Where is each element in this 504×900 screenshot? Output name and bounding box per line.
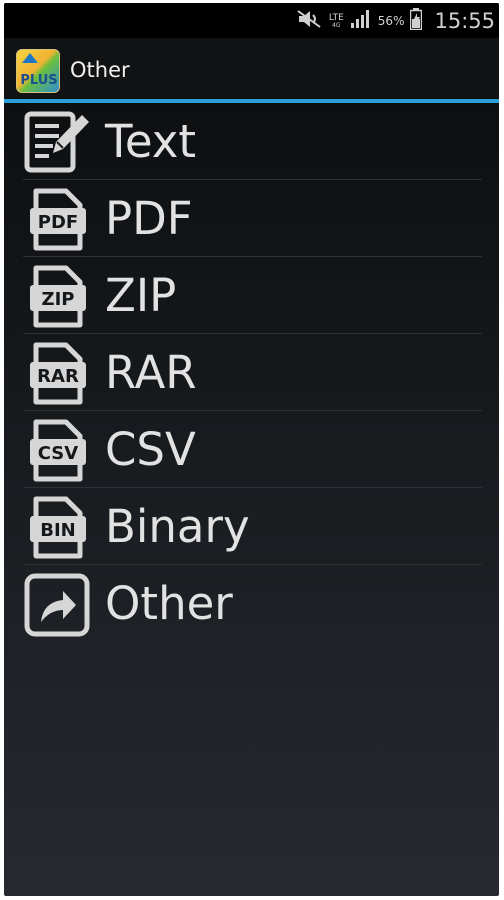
icon-badge: ZIP [42, 289, 75, 310]
lte-icon: LTE 4G [328, 12, 344, 29]
list-item-label: PDF [105, 192, 193, 245]
icon-badge: PDF [38, 212, 78, 233]
status-bar: LTE 4G 56% 15:55 [4, 3, 499, 38]
bin-file-icon: BIN [24, 496, 90, 560]
action-bar: PLUS Other [4, 38, 499, 102]
zip-file-icon: ZIP [24, 265, 90, 329]
list-item-text[interactable]: Text [4, 103, 499, 180]
text-edit-icon [24, 111, 90, 175]
icon-badge: RAR [37, 366, 79, 387]
csv-file-icon: CSV [24, 419, 90, 483]
icon-badge: BIN [40, 520, 75, 541]
app-logo[interactable]: PLUS [16, 49, 60, 93]
page-title: Other [70, 58, 130, 82]
icon-badge: CSV [38, 443, 79, 464]
list-item-label: CSV [105, 423, 196, 476]
shortcut-arrow-icon [24, 573, 90, 637]
list-item-rar[interactable]: RAR RAR [4, 334, 499, 411]
battery-percent: 56% [377, 14, 405, 28]
list-item-other[interactable]: Other [4, 565, 499, 642]
signal-icon [350, 9, 372, 33]
list-item-label: ZIP [105, 269, 177, 322]
battery-icon [410, 8, 423, 34]
list-item-binary[interactable]: BIN Binary [4, 488, 499, 565]
logo-arrow-icon [22, 53, 38, 63]
clock: 15:55 [434, 9, 495, 33]
network-sub-label: 4G [332, 21, 341, 29]
pdf-file-icon: PDF [24, 188, 90, 252]
list-item-label: Text [105, 115, 197, 168]
list-item-zip[interactable]: ZIP ZIP [4, 257, 499, 334]
list-item-label: RAR [105, 346, 197, 399]
rar-file-icon: RAR [24, 342, 90, 406]
mute-icon [297, 9, 323, 33]
list-item-label: Other [105, 577, 233, 630]
list-item-label: Binary [105, 500, 250, 553]
logo-text: PLUS [20, 73, 58, 88]
list-item-pdf[interactable]: PDF PDF [4, 180, 499, 257]
file-type-list: Text PDF PDF ZIP ZIP RAR RAR CSV CSV BIN… [4, 103, 499, 642]
list-item-csv[interactable]: CSV CSV [4, 411, 499, 488]
phone-screen: LTE 4G 56% 15:55 PLUS Other Text PDF PDF… [4, 3, 499, 896]
network-label: LTE [328, 12, 344, 23]
